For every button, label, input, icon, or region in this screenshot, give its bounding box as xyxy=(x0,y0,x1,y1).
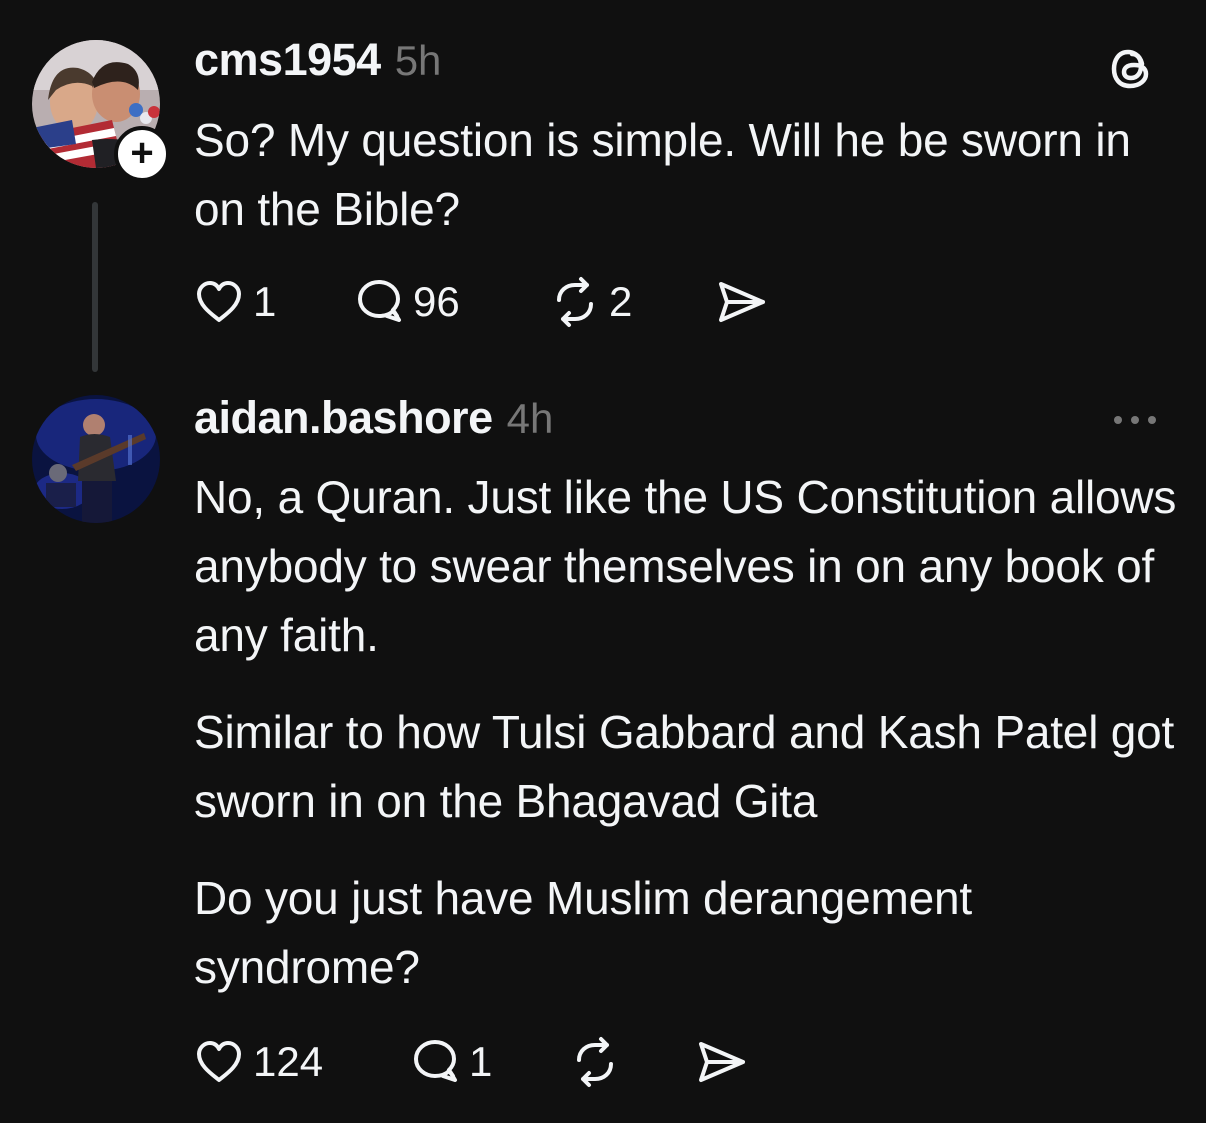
heart-icon xyxy=(197,1041,241,1082)
post-header: aidan.bashore 4h xyxy=(194,392,553,444)
repost-icon xyxy=(557,277,593,327)
timestamp: 5h xyxy=(394,37,442,84)
post-text: No, a Quran. Just like the US Constituti… xyxy=(194,463,1184,1030)
username[interactable]: cms1954 xyxy=(194,34,381,86)
send-icon xyxy=(699,1042,745,1082)
username[interactable]: aidan.bashore xyxy=(194,392,493,444)
like-button[interactable]: 1 xyxy=(193,276,276,328)
timestamp: 4h xyxy=(506,395,554,442)
post-paragraph: No, a Quran. Just like the US Constituti… xyxy=(194,471,1177,661)
like-count: 1 xyxy=(253,278,277,325)
avatar-photo-icon xyxy=(32,395,160,523)
repost-icon xyxy=(577,1037,613,1087)
post-aidan-bashore: aidan.bashore 4h No, a Quran. Just like … xyxy=(0,380,1206,1123)
post-paragraph: Do you just have Muslim derangement synd… xyxy=(194,872,972,993)
more-options-icon[interactable] xyxy=(1110,408,1160,432)
post-paragraph: Similar to how Tulsi Gabbard and Kash Pa… xyxy=(194,706,1175,827)
reply-button[interactable]: 96 xyxy=(353,276,460,328)
comment-icon xyxy=(414,1040,457,1082)
post-paragraph: So? My question is simple. Will he be sw… xyxy=(194,114,1131,235)
share-button[interactable] xyxy=(695,1036,749,1088)
reply-button[interactable]: 1 xyxy=(409,1036,492,1088)
like-button[interactable]: 124 xyxy=(193,1036,323,1088)
send-icon xyxy=(719,282,765,322)
reply-count: 1 xyxy=(469,1038,493,1085)
post-text: So? My question is simple. Will he be sw… xyxy=(194,106,1184,272)
heart-icon xyxy=(197,281,241,322)
post-cms1954: + cms1954 5h So? My question is simple. … xyxy=(0,0,1206,380)
share-button[interactable] xyxy=(715,276,769,328)
like-count: 124 xyxy=(253,1038,324,1085)
post-header: cms1954 5h xyxy=(194,34,441,86)
thread-line xyxy=(92,202,98,372)
follow-button[interactable]: + xyxy=(114,126,170,182)
reply-count: 96 xyxy=(413,278,460,325)
repost-count: 2 xyxy=(609,278,633,325)
avatar[interactable] xyxy=(32,395,160,523)
comment-icon xyxy=(358,280,401,322)
repost-button[interactable] xyxy=(569,1036,621,1088)
repost-button[interactable]: 2 xyxy=(549,276,632,328)
threads-logo-icon xyxy=(1111,49,1149,89)
